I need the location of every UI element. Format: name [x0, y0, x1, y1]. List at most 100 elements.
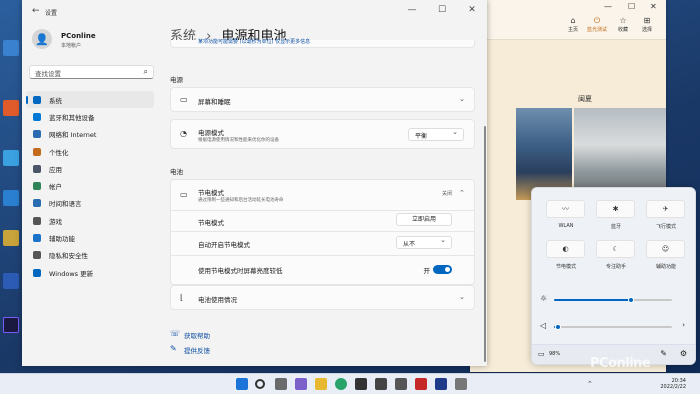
quick-tile[interactable]: 〰 [546, 200, 585, 218]
maximize-icon[interactable]: ☐ [628, 2, 635, 11]
feedback-icon: ✎ [170, 344, 177, 353]
edit-icon[interactable]: ✎ [660, 349, 667, 358]
quick-tile[interactable]: ✱ [596, 200, 635, 218]
help-icon: ☏ [170, 329, 181, 338]
maximize-icon[interactable]: ☐ [427, 0, 457, 22]
sidebar-item[interactable]: 时间和语言 [26, 195, 154, 212]
app-icon[interactable] [395, 378, 407, 390]
chevron-up-icon[interactable]: ⌃ [459, 189, 465, 197]
desktop-shortcut-icon[interactable] [3, 230, 19, 246]
quick-tile[interactable]: ☾ [596, 240, 635, 258]
chart-icon: ⌊ [180, 293, 184, 302]
section-power: 电源 [170, 76, 183, 84]
edge-icon[interactable] [335, 378, 347, 390]
quick-tile-label: 专注助手 [605, 264, 626, 270]
grid-icon: ⊞ [643, 16, 651, 25]
settings-app-icon[interactable] [455, 378, 467, 390]
widgets-icon[interactable] [295, 378, 307, 390]
quick-tile[interactable]: ◐ [546, 240, 585, 258]
home-button[interactable]: ⌂ 主页 [562, 16, 584, 33]
top-card: 某项功能可能需要 (以毫秒为单位) 仅显示更多信息 [170, 39, 475, 48]
desktop-shortcut-icon[interactable] [3, 273, 19, 289]
desktop-shortcut-icon[interactable] [3, 150, 19, 166]
search-icon[interactable] [255, 379, 265, 389]
sidebar-item[interactable]: 游戏 [26, 212, 154, 229]
search-icon[interactable]: ⌕ [144, 67, 148, 77]
app-icon[interactable] [375, 378, 387, 390]
select-button[interactable]: ⊞ 选择 [636, 16, 658, 33]
sidebar-item[interactable]: 个性化 [26, 143, 154, 160]
chevron-right-icon[interactable]: › [682, 321, 685, 329]
title-bar: ← 设置 — ☐ ✕ [22, 0, 487, 22]
power-mode-icon: ◔ [180, 129, 187, 138]
favorites-button[interactable]: ☆ 收藏 [612, 16, 634, 33]
sidebar-item[interactable]: 应用 [26, 160, 154, 177]
browser-toolbar: — ☐ ✕ ⌂ 主页 ⏻ 蓝光测试 ☆ 收藏 ⊞ 选择 [470, 0, 666, 40]
turn-on-now-button[interactable]: 立即启用 [396, 213, 452, 226]
sidebar-item[interactable]: 隐私和安全性 [26, 247, 154, 264]
battery-usage-card[interactable]: ⌊ 电池使用情况 ⌄ [170, 285, 475, 310]
quick-tile-label: 蓝牙 [610, 224, 621, 230]
search-input[interactable]: 查找设置 ⌕ [29, 65, 154, 79]
app-icon[interactable] [415, 378, 427, 390]
get-help-link[interactable]: 获取帮助 [184, 330, 210, 340]
back-arrow-icon[interactable]: ← [32, 6, 40, 16]
gear-icon[interactable]: ⚙ [680, 349, 687, 358]
minimize-icon[interactable]: — [397, 0, 427, 22]
user-name: PConline [61, 32, 96, 40]
clock[interactable]: 20:34 2022/2/22 [660, 378, 686, 390]
quick-tile[interactable]: ✈ [646, 200, 685, 218]
scrollbar[interactable] [484, 126, 486, 362]
screen-sleep-card[interactable]: ▭ 屏幕和睡眠 ⌄ [170, 87, 475, 112]
settings-window: ← 设置 — ☐ ✕ 👤 PConline 本地帐户 查找设置 ⌕ 系统 蓝牙和其… [22, 0, 487, 366]
feedback-link[interactable]: 提供反馈 [184, 345, 210, 355]
brightness-icon: ☼ [540, 294, 548, 303]
auto-on-select[interactable]: 从不 [396, 236, 452, 249]
sidebar-item-label: Windows 更新 [49, 269, 94, 278]
sidebar-item[interactable]: Windows 更新 [26, 264, 154, 281]
star-icon: ☆ [619, 16, 627, 25]
account-type: 本地帐户 [61, 43, 82, 49]
close-icon[interactable]: ✕ [650, 2, 657, 11]
power-mode-title: 电源模式 [198, 129, 224, 137]
start-icon[interactable] [236, 378, 248, 390]
app-icon[interactable] [435, 378, 447, 390]
task-view-icon[interactable] [275, 378, 287, 390]
battery-saver-title: 节电模式 [198, 189, 224, 197]
sidebar-item[interactable]: 蓝牙和其他设备 [26, 108, 154, 125]
store-icon[interactable] [355, 378, 367, 390]
home-icon: ⌂ [570, 16, 576, 25]
wifi-tray-icon[interactable]: ⌃ [587, 380, 593, 388]
dim-screen-toggle[interactable] [433, 265, 452, 274]
file-explorer-icon[interactable] [315, 378, 327, 390]
volume-knob[interactable] [555, 324, 562, 330]
power-mode-select[interactable]: 平衡 [408, 128, 464, 141]
battery-saver-subtitle: 通过限制一些通知和后台活动延长电池寿命 [198, 198, 284, 203]
quick-settings-panel: ☼ ◁ › ▭ 98% ✎ ⚙ 〰 WLAN ✱ 蓝牙 ✈ 飞行模式 ◐ 节电模式 ☾ 专注助手 ☺… [531, 187, 696, 365]
desktop-shortcut-icon[interactable] [3, 100, 19, 116]
screen-sleep-label: 屏幕和睡眠 [198, 98, 231, 106]
auto-on-label: 自动开启节电模式 [198, 241, 250, 249]
desktop-shortcut-icon[interactable] [3, 40, 19, 56]
sidebar-item-label: 隐私和安全性 [49, 252, 88, 261]
clock-date: 2022/2/22 [660, 384, 686, 390]
sidebar-item[interactable]: 辅助功能 [26, 229, 154, 246]
brightness-knob[interactable] [627, 297, 634, 303]
power-mode-subtitle: 根据电源使用情况和性能来优化你的设备 [198, 138, 279, 143]
avatar[interactable]: 👤 [32, 29, 52, 49]
quick-tile[interactable]: ☺ [646, 240, 685, 258]
sidebar-item[interactable]: 系统 [26, 91, 154, 109]
brightness-slider[interactable] [554, 297, 672, 303]
sidebar-item-label: 游戏 [49, 217, 62, 226]
minimize-icon[interactable]: — [604, 2, 612, 11]
desktop-shortcut-icon[interactable] [3, 317, 19, 333]
person-icon [33, 182, 41, 191]
sidebar-item[interactable]: 帐户 [26, 177, 154, 194]
volume-slider[interactable] [554, 324, 672, 330]
close-icon[interactable]: ✕ [457, 0, 487, 22]
saver-row-label: 节电模式 [198, 219, 224, 227]
desktop-shortcut-icon[interactable] [3, 190, 19, 206]
sidebar-item[interactable]: 网络和 Internet [26, 126, 154, 143]
bluelight-button[interactable]: ⏻ 蓝光测试 [586, 16, 608, 33]
divider [171, 231, 474, 232]
